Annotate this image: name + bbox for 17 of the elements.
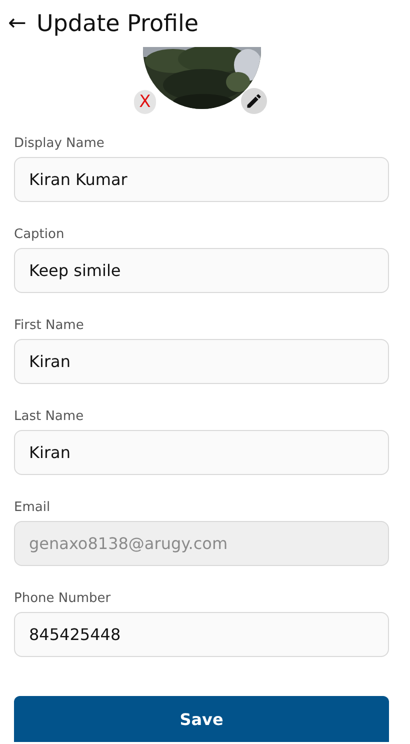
page-title: Update Profile [36, 10, 199, 36]
input-field[interactable]: Keep simile [14, 248, 389, 293]
input-field[interactable]: Kiran [14, 339, 389, 384]
input-field[interactable]: 845425448 [14, 612, 389, 657]
field-label: First Name [14, 317, 85, 335]
save-button[interactable]: Save [14, 696, 389, 742]
edit-photo-button[interactable] [241, 88, 267, 114]
field-label: Last Name [14, 408, 85, 426]
field-label: Email [14, 499, 52, 517]
remove-photo-button[interactable]: X [134, 90, 156, 114]
field-label: Display Name [14, 135, 106, 153]
back-button[interactable]: ← [6, 11, 28, 36]
input-field[interactable]: Kiran Kumar [14, 157, 389, 202]
pencil-icon [245, 92, 263, 110]
input-field[interactable]: Kiran [14, 430, 389, 475]
field-label: Phone Number [14, 590, 112, 608]
field-label: Caption [14, 226, 66, 244]
